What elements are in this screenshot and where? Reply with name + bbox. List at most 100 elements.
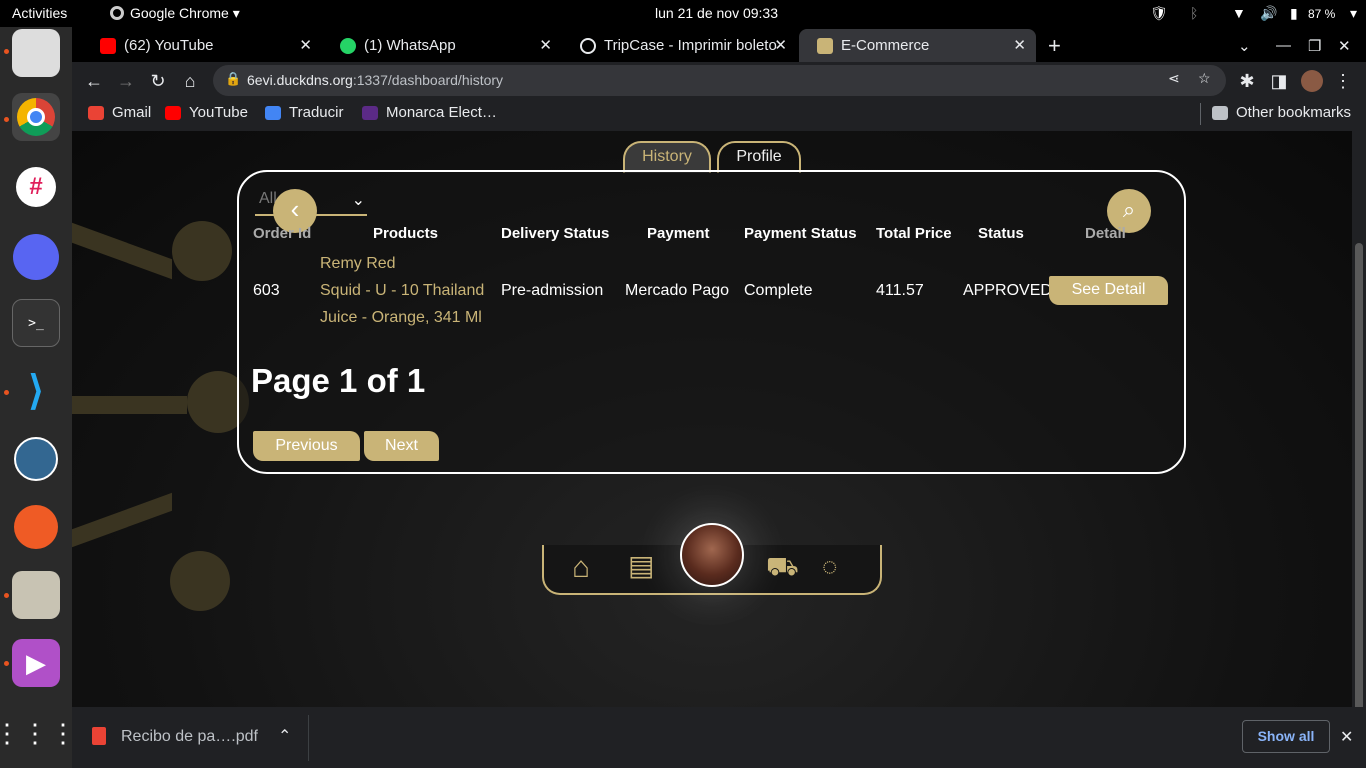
page-viewport: History Profile All ⌄ ‹ ⌕ Order Id Produc… [72, 131, 1352, 707]
bookmark-gmail[interactable]: Gmail [88, 104, 151, 121]
tab-title: (62) YouTube [124, 37, 214, 54]
decor-line [72, 492, 172, 548]
header-status: Status [978, 225, 1024, 242]
archive-manager-icon[interactable] [12, 571, 60, 619]
wifi-icon[interactable]: ▼ [1232, 5, 1246, 21]
side-panel-icon[interactable]: ◨ [1266, 68, 1292, 94]
bookmark-monarca[interactable]: Monarca Elect… [362, 104, 497, 121]
tab-ecommerce[interactable]: E-Commerce ✕ [799, 29, 1036, 62]
volume-icon[interactable]: 🔊 [1260, 5, 1277, 22]
tab-title: E-Commerce [841, 37, 930, 54]
close-tab-icon[interactable]: ✕ [774, 36, 787, 54]
back-button[interactable]: ← [81, 68, 107, 94]
translate-icon [265, 105, 281, 120]
scrollbar-thumb[interactable] [1355, 243, 1363, 721]
slack-icon[interactable]: # [12, 163, 60, 211]
tab-title: TripCase - Imprimir boleto [604, 37, 777, 54]
vscode-icon[interactable]: ⟩ [12, 367, 60, 415]
header-payment-status: Payment Status [744, 225, 857, 242]
header-order-id: Order Id [253, 225, 312, 242]
minimize-button[interactable]: — [1270, 29, 1298, 62]
postgresql-icon[interactable] [12, 435, 60, 483]
app-grid-icon[interactable]: ⋮⋮⋮ [0, 709, 76, 757]
page-scrollbar[interactable] [1352, 131, 1366, 721]
next-button[interactable]: Next [364, 431, 439, 461]
terminal-icon[interactable]: >_ [12, 299, 60, 347]
url-text[interactable]: 6evi.duckdns.org:1337/dashboard/history [247, 72, 503, 88]
tab-history[interactable]: History [623, 141, 711, 173]
close-window-button[interactable]: ✕ [1330, 29, 1360, 62]
browser-chrome: (62) YouTube ✕ (1) WhatsApp ✕ TripCase - I… [72, 27, 1366, 131]
download-filename[interactable]: Recibo de pa….pdf [121, 728, 258, 746]
chevron-up-icon[interactable]: ⌃ [278, 726, 291, 746]
download-shelf: Recibo de pa….pdf ⌃ Show all ✕ [72, 707, 1366, 768]
other-bookmarks[interactable]: Other bookmarks [1212, 104, 1351, 121]
previous-button[interactable]: Previous [253, 431, 360, 461]
tab-profile[interactable]: Profile [717, 141, 801, 173]
tab-tripcase[interactable]: TripCase - Imprimir boleto ✕ [562, 29, 797, 62]
payment-status-cell: Complete [744, 282, 813, 299]
lock-icon[interactable]: 🔒 [225, 71, 241, 87]
running-indicator [4, 390, 9, 395]
close-shelf-icon[interactable]: ✕ [1340, 727, 1353, 747]
app-menu-label: Google Chrome [130, 5, 229, 21]
chrome-icon[interactable] [12, 93, 60, 141]
chrome-menu-icon[interactable]: ⋮ [1330, 68, 1356, 94]
postman-icon[interactable] [12, 503, 60, 551]
tab-whatsapp[interactable]: (1) WhatsApp ✕ [322, 29, 562, 62]
bluetooth-icon[interactable]: ᛒ [1190, 5, 1198, 21]
new-tab-button[interactable]: + [1040, 29, 1070, 62]
total-price-cell: 411.57 [876, 282, 924, 299]
user-avatar[interactable] [680, 523, 744, 587]
show-all-button[interactable]: Show all [1242, 720, 1330, 753]
close-tab-icon[interactable]: ✕ [539, 36, 552, 54]
see-detail-button[interactable]: See Detail [1049, 276, 1168, 305]
bookmark-label: YouTube [189, 104, 248, 121]
close-tab-icon[interactable]: ✕ [1013, 36, 1026, 54]
activities-button[interactable]: Activities [12, 5, 67, 21]
header-delivery-status: Delivery Status [501, 225, 610, 242]
pdf-icon [92, 727, 106, 745]
ecommerce-favicon-icon [817, 37, 833, 54]
share-icon[interactable]: ⋖ [1168, 70, 1180, 87]
clock[interactable]: lun 21 de nov 09:33 [655, 5, 778, 21]
header-detail: Detail [1085, 225, 1126, 242]
product-item: Juice - Orange, 341 Ml [320, 309, 482, 326]
running-indicator [4, 661, 9, 666]
close-tab-icon[interactable]: ✕ [299, 36, 312, 54]
shield-icon[interactable]: 🛡 [1150, 5, 1168, 22]
bookmark-label: Traducir [289, 104, 344, 121]
decor-line [72, 396, 187, 414]
header-total-price: Total Price [876, 225, 952, 242]
video-player-icon[interactable]: ▶ [12, 639, 60, 687]
running-indicator [4, 49, 9, 54]
status-cell: APPROVED [963, 282, 1052, 299]
app-menu[interactable]: Google Chrome ▾ [110, 5, 240, 22]
bookmark-star-icon[interactable]: ☆ [1198, 70, 1211, 87]
dock: # >_ ⟩ ▶ ⋮⋮⋮ [0, 27, 76, 768]
bookmark-label: Monarca Elect… [386, 104, 497, 121]
tab-youtube[interactable]: (62) YouTube ✕ [82, 29, 322, 62]
other-bookmarks-label: Other bookmarks [1236, 104, 1352, 121]
cart-icon[interactable]: ⛟ [766, 551, 799, 586]
bookmark-youtube[interactable]: YouTube [165, 104, 248, 121]
tab-strip: (62) YouTube ✕ (1) WhatsApp ✕ TripCase - I… [72, 27, 1366, 62]
tab-search-chevron-icon[interactable]: ⌄ [1232, 29, 1262, 62]
delivery-status-cell: Pre-admission [501, 282, 604, 299]
home-icon[interactable]: ⌂ [572, 551, 590, 585]
reload-button[interactable]: ↻ [145, 68, 171, 94]
discord-icon[interactable] [12, 233, 60, 281]
home-button[interactable]: ⌂ [177, 68, 203, 94]
profile-avatar[interactable] [1299, 68, 1325, 94]
files-icon[interactable] [12, 29, 60, 77]
system-menu-chevron-icon[interactable]: ▾ [1350, 5, 1357, 22]
youtube-favicon-icon [100, 37, 116, 54]
extensions-icon[interactable]: ✱ [1234, 68, 1260, 94]
battery-icon[interactable]: ▮ [1290, 5, 1298, 22]
catalog-book-icon[interactable]: ▤ [628, 549, 654, 582]
address-bar[interactable]: 🔒 6evi.duckdns.org:1337/dashboard/histor… [213, 65, 1226, 96]
bookmark-traducir[interactable]: Traducir [265, 104, 343, 121]
chat-icon[interactable]: ◌ [822, 551, 837, 582]
maximize-button[interactable]: ❐ [1302, 29, 1330, 62]
forward-button[interactable]: → [113, 68, 139, 94]
